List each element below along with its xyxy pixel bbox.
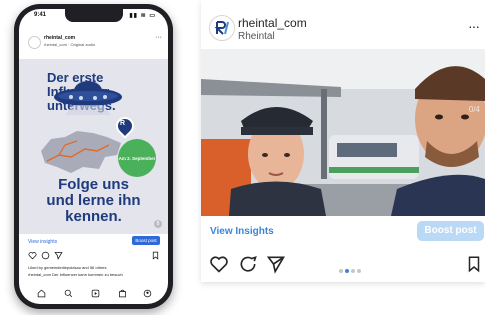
like-heart-icon[interactable] xyxy=(28,251,37,260)
date-badge: Am 2. September xyxy=(118,139,156,177)
more-options-icon[interactable]: ··· xyxy=(468,18,480,34)
share-icon[interactable] xyxy=(54,251,63,260)
home-icon[interactable] xyxy=(37,289,46,298)
cta-line-1: Folge uns xyxy=(58,176,129,193)
share-icon[interactable] xyxy=(266,254,286,274)
account-name[interactable]: rheintal_com xyxy=(44,35,75,41)
like-heart-icon[interactable] xyxy=(209,254,229,274)
avatar[interactable] xyxy=(209,15,235,41)
carousel-dot xyxy=(351,269,355,273)
carousel-dots xyxy=(339,260,363,278)
carousel-dot-active xyxy=(345,269,349,273)
shop-icon[interactable] xyxy=(118,289,127,298)
account-sub: rheintal_com · Original audio xyxy=(44,42,96,47)
post-photo[interactable]: 0/4 xyxy=(201,49,485,216)
post-image[interactable]: Der erste Influencer unterwegs. R Am 2. xyxy=(19,59,168,234)
boost-post-button[interactable]: Boost post xyxy=(132,236,160,245)
pin-letter: R xyxy=(120,120,126,127)
account-name[interactable]: rheintal_com xyxy=(238,16,307,30)
bottom-nav xyxy=(19,285,168,303)
view-insights-link[interactable]: View insights xyxy=(28,239,57,245)
switzerland-map xyxy=(41,131,121,173)
selfie-photo xyxy=(201,49,485,216)
reels-icon[interactable] xyxy=(91,289,100,298)
phone-notch xyxy=(64,9,123,22)
post-header: rheintal_com rheintal_com · Original aud… xyxy=(28,33,162,55)
more-options-icon[interactable]: ··· xyxy=(155,34,162,41)
location-label[interactable]: Rheintal xyxy=(238,31,275,42)
phone-mockup: 9:41 ▮▮ ≋ ▭ rheintal_com rheintal_com · … xyxy=(14,4,173,309)
bookmark-icon[interactable] xyxy=(151,251,160,260)
boost-post-button[interactable]: Boost post xyxy=(417,221,484,241)
search-icon[interactable] xyxy=(64,289,73,298)
status-icons: ▮▮ ≋ ▭ xyxy=(129,13,156,19)
page-badge: 8 xyxy=(154,220,162,228)
phone-screen: 9:41 ▮▮ ≋ ▭ rheintal_com rheintal_com · … xyxy=(19,9,168,304)
cta-line-2: und lerne ihn xyxy=(46,192,141,209)
view-insights-link[interactable]: View Insights xyxy=(210,226,274,237)
cta-line-3: kennen. xyxy=(65,208,122,225)
carousel-dot xyxy=(339,269,343,273)
ufo-illustration xyxy=(54,81,122,115)
photo-counter: 0/4 xyxy=(468,105,480,114)
avatar[interactable] xyxy=(28,36,41,49)
rheintal-logo-icon xyxy=(214,21,229,35)
status-time: 9:41 xyxy=(34,12,47,18)
comment-icon[interactable] xyxy=(238,254,258,274)
profile-icon[interactable] xyxy=(143,289,152,298)
carousel-dot xyxy=(357,269,361,273)
liked-by-text[interactable]: Liked by gemeindediepoldsau and 56 other… xyxy=(28,265,107,270)
bookmark-icon[interactable] xyxy=(465,254,483,274)
caption-text: rheintal_com Der Influencer kann kommen … xyxy=(28,272,123,277)
comment-icon[interactable] xyxy=(41,251,50,260)
post-card: rheintal_com Rheintal ··· 0/4 View Insig… xyxy=(201,0,485,282)
post-actions xyxy=(28,251,160,261)
